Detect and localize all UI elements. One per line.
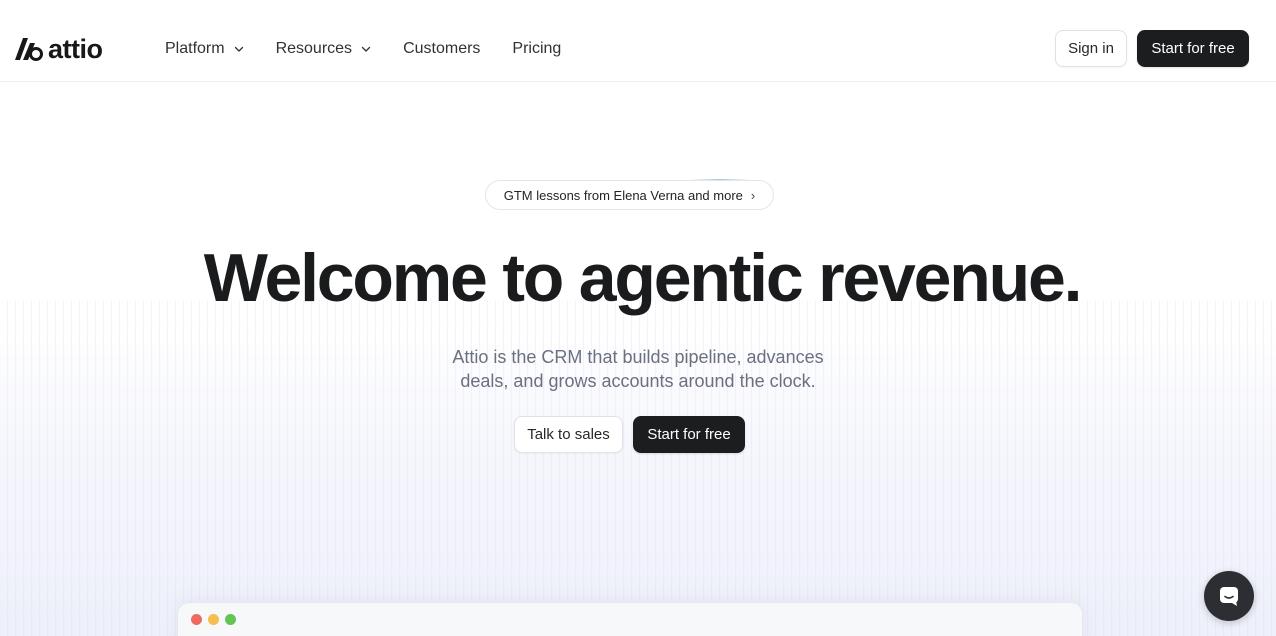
announcement-text: GTM lessons from Elena Verna and more xyxy=(503,187,743,203)
announcement-pill[interactable]: GTM lessons from Elena Verna and more › xyxy=(485,180,774,210)
chevron-down-icon xyxy=(361,46,371,52)
main-nav: Platform Resources Customers Pricing xyxy=(165,38,593,60)
hero-headline: Welcome to agentic revenue. xyxy=(203,240,1083,316)
nav-item-label: Platform xyxy=(165,40,225,57)
nav-item-label: Pricing xyxy=(512,40,562,57)
window-maximize-dot xyxy=(225,614,236,625)
talk-to-sales-button[interactable]: Talk to sales xyxy=(514,416,623,453)
hero-subline: Attio is the CRM that builds pipeline, a… xyxy=(452,347,824,367)
window-close-dot xyxy=(191,614,202,625)
nav-item-label: Resources xyxy=(275,40,353,57)
attio-logo-icon xyxy=(15,38,43,61)
page: attio Platform Resources Customers Prici… xyxy=(0,0,1276,636)
start-for-free-button[interactable]: Start for free xyxy=(1137,30,1249,67)
chevron-down-icon xyxy=(234,46,243,52)
chat-icon xyxy=(1220,587,1238,606)
hero-start-for-free-button[interactable]: Start for free xyxy=(633,416,745,453)
hero-subline: deals, and grows accounts around the clo… xyxy=(460,371,816,391)
top-strip xyxy=(0,0,1276,18)
logo-link[interactable]: attio xyxy=(14,34,103,64)
sign-in-button[interactable]: Sign in xyxy=(1055,30,1127,67)
chat-launcher-button[interactable] xyxy=(1204,571,1254,621)
nav-item-platform[interactable]: Platform xyxy=(165,40,244,58)
chevron-right-icon: › xyxy=(750,187,756,203)
product-preview-window xyxy=(177,602,1083,636)
nav-item-label: Customers xyxy=(403,40,481,57)
nav-item-pricing[interactable]: Pricing xyxy=(512,40,561,58)
nav-item-resources[interactable]: Resources xyxy=(276,40,371,58)
site-header: attio Platform Resources Customers Prici… xyxy=(0,18,1276,82)
window-minimize-dot xyxy=(208,614,219,625)
nav-item-customers[interactable]: Customers xyxy=(403,40,480,58)
logo-wordmark: attio xyxy=(48,34,103,64)
